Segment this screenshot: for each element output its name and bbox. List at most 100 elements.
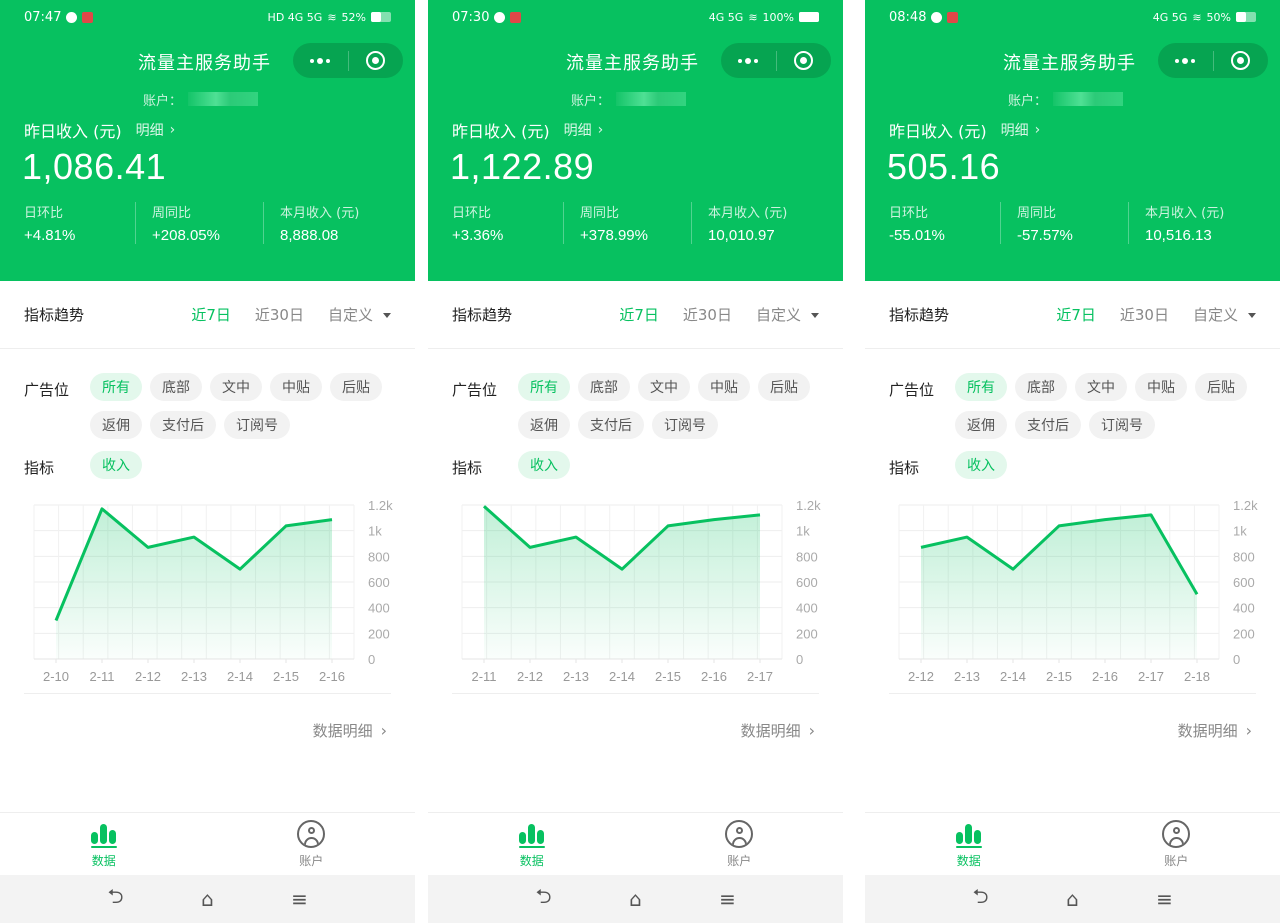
app-notification-icon (82, 11, 94, 23)
more-button[interactable] (1158, 43, 1213, 78)
metric-label: 指标 (452, 459, 483, 477)
ad-position-chip[interactable]: 后贴 (1195, 373, 1247, 401)
x-tick-label: 2-14 (1000, 669, 1026, 684)
ad-position-chip[interactable]: 文中 (1075, 373, 1127, 401)
close-miniprogram-button[interactable] (1214, 43, 1269, 78)
ad-position-chip[interactable]: 中贴 (270, 373, 322, 401)
menu-button[interactable]: ≡ (1154, 887, 1176, 911)
ad-position-label: 广告位 (452, 381, 498, 399)
ad-position-chip[interactable]: 底部 (578, 373, 630, 401)
ad-position-chip[interactable]: 文中 (210, 373, 262, 401)
ad-position-filter: 广告位 所有 底部 文中 中贴 后贴 返佣 支付后 订阅号 (889, 373, 1256, 439)
x-tick-label: 2-10 (43, 669, 69, 684)
menu-button[interactable]: ≡ (289, 887, 311, 911)
metric-chip[interactable]: 收入 (518, 451, 570, 479)
range-tab-label: 自定义 (755, 306, 801, 324)
stat-label: 周同比 (580, 206, 620, 221)
range-tab-custom[interactable]: 自定义 (328, 304, 391, 325)
range-tab-label: 自定义 (327, 306, 373, 324)
yesterday-income-label: 昨日收入 (元) (452, 122, 550, 141)
ad-position-chip[interactable]: 中贴 (698, 373, 750, 401)
account-row: 账户： (0, 88, 415, 110)
back-button[interactable]: ⮌ (105, 884, 127, 910)
ad-position-chip[interactable]: 底部 (150, 373, 202, 401)
stat-item: 周同比 +378.99% (563, 202, 691, 244)
range-tab-7d[interactable]: 近7日 (619, 304, 659, 325)
ad-position-chip[interactable]: 返佣 (955, 411, 1007, 439)
ad-position-chip[interactable]: 所有 (955, 373, 1007, 401)
home-button[interactable]: ⌂ (197, 887, 219, 911)
stat-label: 日环比 (24, 206, 64, 221)
tab-data[interactable]: 数据 (0, 813, 208, 875)
close-miniprogram-button[interactable] (349, 43, 404, 78)
more-button[interactable] (293, 43, 348, 78)
ad-position-chip[interactable]: 支付后 (150, 411, 216, 439)
ad-position-chip[interactable]: 返佣 (518, 411, 570, 439)
stat-item: 周同比 +208.05% (135, 202, 263, 244)
page-title: 流量主服务助手 (138, 53, 271, 74)
page-title: 流量主服务助手 (566, 53, 699, 74)
ad-position-chip[interactable]: 支付后 (578, 411, 644, 439)
revenue-chart: 0 200 400 600 800 1k 1.2k 2-10 2-11 2-12 2-13 2-14 2… (24, 493, 394, 693)
metric-chip[interactable]: 收入 (90, 451, 142, 479)
ad-position-chip[interactable]: 文中 (638, 373, 690, 401)
data-detail-link[interactable]: 数据明细 › (428, 694, 843, 741)
ad-position-chip[interactable]: 返佣 (90, 411, 142, 439)
range-tab-30d[interactable]: 近30日 (683, 304, 732, 325)
close-miniprogram-button[interactable] (777, 43, 832, 78)
ad-position-chip[interactable]: 后贴 (758, 373, 810, 401)
y-tick-label: 1k (796, 524, 810, 539)
stat-value: 10,516.13 (1145, 227, 1212, 244)
metric-filter: 指标 收入 (452, 451, 819, 479)
detail-link-label: 明细 (563, 123, 592, 139)
data-detail-link[interactable]: 数据明细 › (865, 694, 1280, 741)
ad-position-chip[interactable]: 底部 (1015, 373, 1067, 401)
ad-position-chips: 所有 底部 文中 中贴 后贴返佣 支付后 订阅号 (955, 373, 1256, 439)
income-detail-link[interactable]: 明细 › (564, 120, 604, 140)
ad-position-chip[interactable]: 支付后 (1015, 411, 1081, 439)
tab-account[interactable]: 账户 (208, 813, 416, 875)
range-tab-custom[interactable]: 自定义 (756, 304, 819, 325)
range-tab-custom[interactable]: 自定义 (1193, 304, 1256, 325)
tab-account[interactable]: 账户 (636, 813, 844, 875)
stat-item: 本月收入 (元) 8,888.08 (263, 202, 391, 244)
range-tab-30d[interactable]: 近30日 (1120, 304, 1169, 325)
data-detail-link[interactable]: 数据明细 › (0, 694, 415, 741)
header: 07:47 HD 4G 5G ≋ 52% 流量主服务助手 账户： 昨日收入 (元… (0, 0, 415, 281)
metric-chip[interactable]: 收入 (955, 451, 1007, 479)
ad-position-chip[interactable]: 订阅号 (224, 411, 290, 439)
tab-account[interactable]: 账户 (1073, 813, 1280, 875)
yesterday-income-amount: 1,086.41 (22, 146, 167, 187)
trend-title: 指标趋势 (452, 306, 513, 324)
ad-position-chip[interactable]: 订阅号 (1089, 411, 1155, 439)
header: 08:48 4G 5G ≋ 50% 流量主服务助手 账户： 昨日收入 (元) 明… (865, 0, 1280, 281)
y-tick-label: 0 (796, 652, 803, 667)
back-button[interactable]: ⮌ (970, 884, 992, 910)
tab-label: 账户 (1164, 853, 1189, 868)
ad-position-chip[interactable]: 订阅号 (652, 411, 718, 439)
tab-data[interactable]: 数据 (428, 813, 636, 875)
stat-label: 本月收入 (元) (708, 206, 788, 221)
more-button[interactable] (721, 43, 776, 78)
income-detail-link[interactable]: 明细 › (136, 120, 176, 140)
stat-item: 日环比 +3.36% (452, 202, 563, 244)
home-button[interactable]: ⌂ (1062, 887, 1084, 911)
x-tick-label: 2-13 (181, 669, 207, 684)
metric-chips: 收入 (518, 451, 819, 479)
income-detail-link[interactable]: 明细 › (1001, 120, 1041, 140)
tab-data[interactable]: 数据 (865, 813, 1073, 875)
y-tick-label: 400 (368, 601, 390, 616)
home-button[interactable]: ⌂ (625, 887, 647, 911)
range-tab-7d[interactable]: 近7日 (191, 304, 231, 325)
ad-position-chip[interactable]: 后贴 (330, 373, 382, 401)
back-button[interactable]: ⮌ (533, 884, 555, 910)
range-tab-30d[interactable]: 近30日 (255, 304, 304, 325)
series-area (484, 506, 760, 659)
metric-label: 指标 (24, 459, 55, 477)
menu-button[interactable]: ≡ (717, 887, 739, 911)
tab-bar: 数据 账户 (865, 812, 1280, 875)
ad-position-chip[interactable]: 所有 (90, 373, 142, 401)
ad-position-chip[interactable]: 中贴 (1135, 373, 1187, 401)
range-tab-7d[interactable]: 近7日 (1056, 304, 1096, 325)
ad-position-chip[interactable]: 所有 (518, 373, 570, 401)
